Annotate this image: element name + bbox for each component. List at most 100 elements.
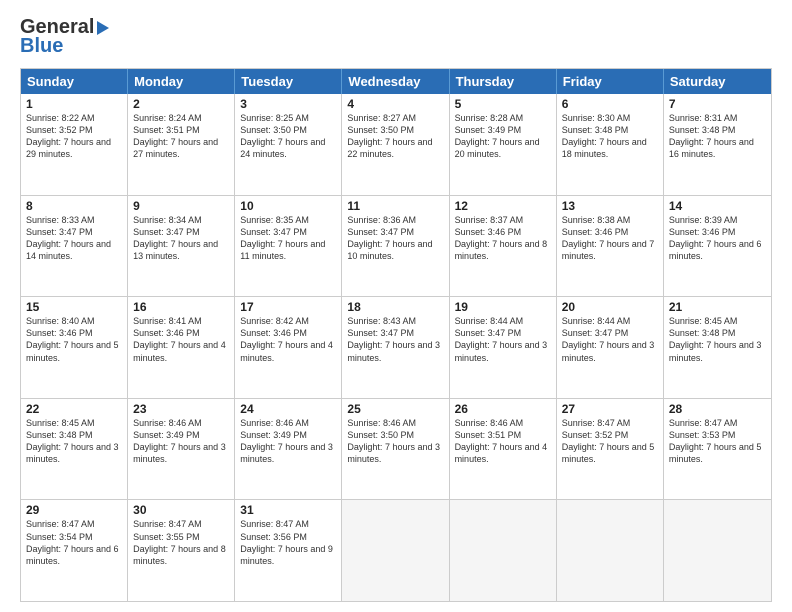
cell-day-number: 27 (562, 402, 658, 416)
cell-day-number: 11 (347, 199, 443, 213)
cell-day-number: 5 (455, 97, 551, 111)
calendar-cell-day-15: 15Sunrise: 8:40 AM Sunset: 3:46 PM Dayli… (21, 297, 128, 398)
cell-day-number: 10 (240, 199, 336, 213)
calendar-row-5: 29Sunrise: 8:47 AM Sunset: 3:54 PM Dayli… (21, 499, 771, 601)
calendar-cell-day-1: 1Sunrise: 8:22 AM Sunset: 3:52 PM Daylig… (21, 94, 128, 195)
cell-info: Sunrise: 8:46 AM Sunset: 3:51 PM Dayligh… (455, 417, 551, 466)
calendar-cell-day-11: 11Sunrise: 8:36 AM Sunset: 3:47 PM Dayli… (342, 196, 449, 297)
calendar-header: SundayMondayTuesdayWednesdayThursdayFrid… (21, 69, 771, 94)
cell-info: Sunrise: 8:36 AM Sunset: 3:47 PM Dayligh… (347, 214, 443, 263)
calendar-cell-day-6: 6Sunrise: 8:30 AM Sunset: 3:48 PM Daylig… (557, 94, 664, 195)
cell-info: Sunrise: 8:46 AM Sunset: 3:49 PM Dayligh… (133, 417, 229, 466)
cell-info: Sunrise: 8:43 AM Sunset: 3:47 PM Dayligh… (347, 315, 443, 364)
calendar-row-1: 1Sunrise: 8:22 AM Sunset: 3:52 PM Daylig… (21, 94, 771, 195)
cell-day-number: 12 (455, 199, 551, 213)
calendar-cell-day-7: 7Sunrise: 8:31 AM Sunset: 3:48 PM Daylig… (664, 94, 771, 195)
cell-info: Sunrise: 8:45 AM Sunset: 3:48 PM Dayligh… (669, 315, 766, 364)
cell-info: Sunrise: 8:28 AM Sunset: 3:49 PM Dayligh… (455, 112, 551, 161)
cell-info: Sunrise: 8:44 AM Sunset: 3:47 PM Dayligh… (455, 315, 551, 364)
header-day-wednesday: Wednesday (342, 69, 449, 94)
cell-day-number: 30 (133, 503, 229, 517)
cell-day-number: 25 (347, 402, 443, 416)
cell-day-number: 3 (240, 97, 336, 111)
cell-info: Sunrise: 8:46 AM Sunset: 3:49 PM Dayligh… (240, 417, 336, 466)
calendar-cell-day-14: 14Sunrise: 8:39 AM Sunset: 3:46 PM Dayli… (664, 196, 771, 297)
calendar-cell-day-13: 13Sunrise: 8:38 AM Sunset: 3:46 PM Dayli… (557, 196, 664, 297)
calendar-row-4: 22Sunrise: 8:45 AM Sunset: 3:48 PM Dayli… (21, 398, 771, 500)
cell-day-number: 6 (562, 97, 658, 111)
cell-day-number: 13 (562, 199, 658, 213)
calendar-cell-day-9: 9Sunrise: 8:34 AM Sunset: 3:47 PM Daylig… (128, 196, 235, 297)
cell-day-number: 19 (455, 300, 551, 314)
cell-day-number: 21 (669, 300, 766, 314)
cell-day-number: 26 (455, 402, 551, 416)
calendar-cell-day-19: 19Sunrise: 8:44 AM Sunset: 3:47 PM Dayli… (450, 297, 557, 398)
cell-day-number: 15 (26, 300, 122, 314)
calendar-page: General Blue SundayMondayTuesdayWednesda… (0, 0, 792, 612)
calendar-cell-day-26: 26Sunrise: 8:46 AM Sunset: 3:51 PM Dayli… (450, 399, 557, 500)
cell-day-number: 22 (26, 402, 122, 416)
calendar-cell-day-24: 24Sunrise: 8:46 AM Sunset: 3:49 PM Dayli… (235, 399, 342, 500)
cell-info: Sunrise: 8:41 AM Sunset: 3:46 PM Dayligh… (133, 315, 229, 364)
cell-info: Sunrise: 8:42 AM Sunset: 3:46 PM Dayligh… (240, 315, 336, 364)
cell-info: Sunrise: 8:34 AM Sunset: 3:47 PM Dayligh… (133, 214, 229, 263)
calendar-cell-empty (450, 500, 557, 601)
calendar-row-3: 15Sunrise: 8:40 AM Sunset: 3:46 PM Dayli… (21, 296, 771, 398)
calendar-cell-day-16: 16Sunrise: 8:41 AM Sunset: 3:46 PM Dayli… (128, 297, 235, 398)
cell-info: Sunrise: 8:33 AM Sunset: 3:47 PM Dayligh… (26, 214, 122, 263)
cell-day-number: 29 (26, 503, 122, 517)
logo-arrow-icon (97, 21, 109, 35)
logo-blue-text: Blue (20, 35, 63, 58)
header-day-sunday: Sunday (21, 69, 128, 94)
cell-day-number: 8 (26, 199, 122, 213)
cell-info: Sunrise: 8:24 AM Sunset: 3:51 PM Dayligh… (133, 112, 229, 161)
calendar-cell-day-30: 30Sunrise: 8:47 AM Sunset: 3:55 PM Dayli… (128, 500, 235, 601)
cell-info: Sunrise: 8:31 AM Sunset: 3:48 PM Dayligh… (669, 112, 766, 161)
calendar-cell-day-17: 17Sunrise: 8:42 AM Sunset: 3:46 PM Dayli… (235, 297, 342, 398)
calendar: SundayMondayTuesdayWednesdayThursdayFrid… (20, 68, 772, 602)
cell-day-number: 4 (347, 97, 443, 111)
cell-day-number: 14 (669, 199, 766, 213)
cell-day-number: 16 (133, 300, 229, 314)
cell-info: Sunrise: 8:47 AM Sunset: 3:56 PM Dayligh… (240, 518, 336, 567)
calendar-cell-day-8: 8Sunrise: 8:33 AM Sunset: 3:47 PM Daylig… (21, 196, 128, 297)
calendar-cell-empty (557, 500, 664, 601)
calendar-cell-day-27: 27Sunrise: 8:47 AM Sunset: 3:52 PM Dayli… (557, 399, 664, 500)
calendar-cell-day-18: 18Sunrise: 8:43 AM Sunset: 3:47 PM Dayli… (342, 297, 449, 398)
cell-info: Sunrise: 8:22 AM Sunset: 3:52 PM Dayligh… (26, 112, 122, 161)
cell-info: Sunrise: 8:45 AM Sunset: 3:48 PM Dayligh… (26, 417, 122, 466)
cell-info: Sunrise: 8:47 AM Sunset: 3:54 PM Dayligh… (26, 518, 122, 567)
cell-day-number: 31 (240, 503, 336, 517)
cell-info: Sunrise: 8:47 AM Sunset: 3:55 PM Dayligh… (133, 518, 229, 567)
cell-day-number: 24 (240, 402, 336, 416)
cell-info: Sunrise: 8:35 AM Sunset: 3:47 PM Dayligh… (240, 214, 336, 263)
header-day-monday: Monday (128, 69, 235, 94)
cell-info: Sunrise: 8:37 AM Sunset: 3:46 PM Dayligh… (455, 214, 551, 263)
cell-info: Sunrise: 8:38 AM Sunset: 3:46 PM Dayligh… (562, 214, 658, 263)
header-day-friday: Friday (557, 69, 664, 94)
calendar-cell-day-3: 3Sunrise: 8:25 AM Sunset: 3:50 PM Daylig… (235, 94, 342, 195)
calendar-cell-day-23: 23Sunrise: 8:46 AM Sunset: 3:49 PM Dayli… (128, 399, 235, 500)
calendar-cell-day-5: 5Sunrise: 8:28 AM Sunset: 3:49 PM Daylig… (450, 94, 557, 195)
calendar-cell-day-31: 31Sunrise: 8:47 AM Sunset: 3:56 PM Dayli… (235, 500, 342, 601)
cell-day-number: 20 (562, 300, 658, 314)
cell-info: Sunrise: 8:39 AM Sunset: 3:46 PM Dayligh… (669, 214, 766, 263)
page-header: General Blue (20, 16, 772, 58)
cell-info: Sunrise: 8:25 AM Sunset: 3:50 PM Dayligh… (240, 112, 336, 161)
header-day-tuesday: Tuesday (235, 69, 342, 94)
cell-day-number: 23 (133, 402, 229, 416)
cell-day-number: 1 (26, 97, 122, 111)
calendar-cell-day-4: 4Sunrise: 8:27 AM Sunset: 3:50 PM Daylig… (342, 94, 449, 195)
cell-day-number: 17 (240, 300, 336, 314)
calendar-cell-day-29: 29Sunrise: 8:47 AM Sunset: 3:54 PM Dayli… (21, 500, 128, 601)
calendar-row-2: 8Sunrise: 8:33 AM Sunset: 3:47 PM Daylig… (21, 195, 771, 297)
cell-info: Sunrise: 8:46 AM Sunset: 3:50 PM Dayligh… (347, 417, 443, 466)
cell-info: Sunrise: 8:47 AM Sunset: 3:53 PM Dayligh… (669, 417, 766, 466)
calendar-cell-day-25: 25Sunrise: 8:46 AM Sunset: 3:50 PM Dayli… (342, 399, 449, 500)
cell-day-number: 18 (347, 300, 443, 314)
calendar-cell-day-28: 28Sunrise: 8:47 AM Sunset: 3:53 PM Dayli… (664, 399, 771, 500)
cell-day-number: 2 (133, 97, 229, 111)
calendar-cell-day-22: 22Sunrise: 8:45 AM Sunset: 3:48 PM Dayli… (21, 399, 128, 500)
cell-day-number: 28 (669, 402, 766, 416)
cell-info: Sunrise: 8:40 AM Sunset: 3:46 PM Dayligh… (26, 315, 122, 364)
